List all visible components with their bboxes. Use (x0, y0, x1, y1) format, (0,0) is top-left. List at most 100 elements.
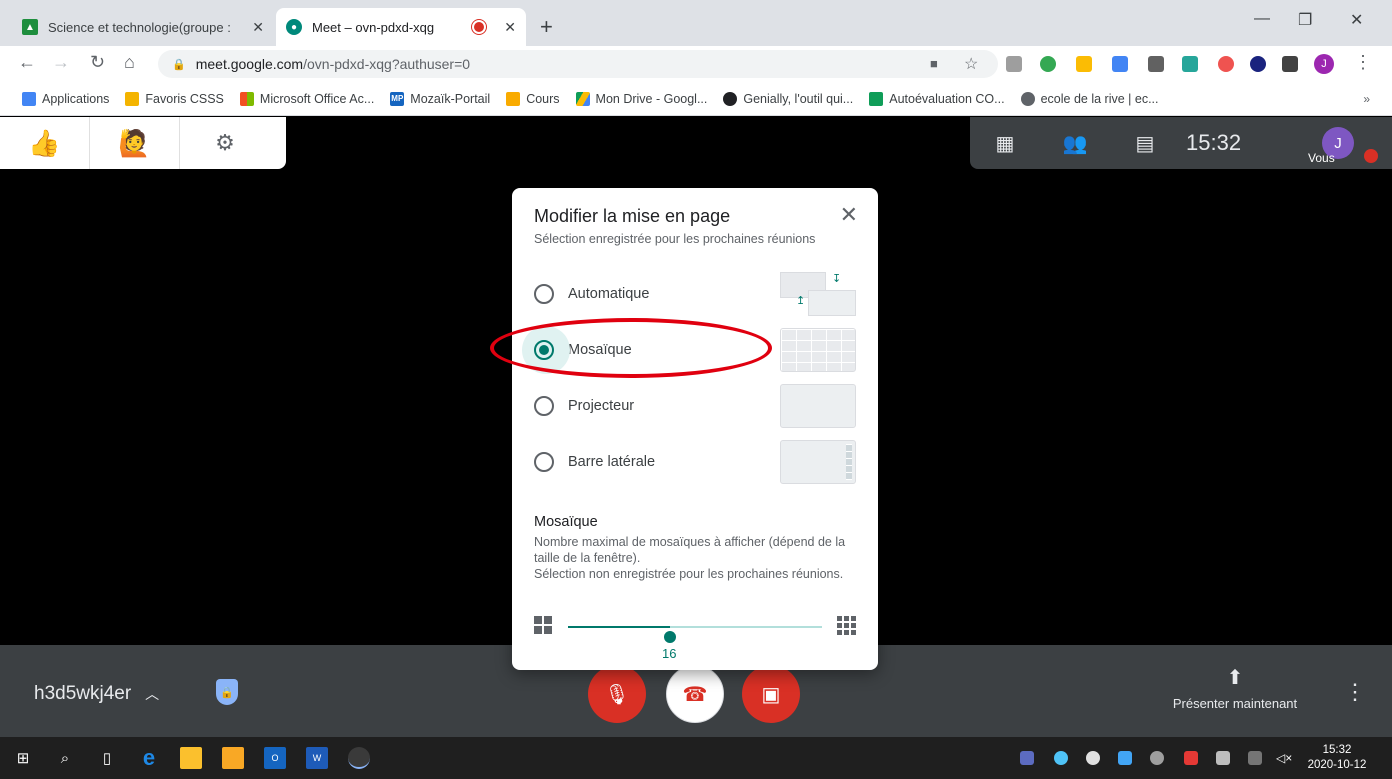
radio-button[interactable] (534, 396, 554, 416)
bookmark-cours[interactable]: Cours (506, 91, 560, 106)
settings-gear-icon[interactable]: ⚙ (180, 117, 270, 169)
few-tiles-icon (534, 616, 552, 634)
word-icon[interactable]: W (306, 747, 328, 769)
bookmark-label: Mon Drive - Googl... (595, 91, 708, 106)
red-annotation-ellipse (490, 318, 772, 378)
tray-app-icon[interactable] (1184, 751, 1198, 765)
extension-icon[interactable] (1250, 56, 1266, 72)
windows-start-icon[interactable]: ⊞ (12, 747, 34, 769)
reaction-bar: 👍 🙋 ⚙ (0, 117, 286, 169)
slider-thumb[interactable] (664, 631, 676, 643)
minimize-icon[interactable]: — (1254, 10, 1270, 28)
bookmark-favoris-csss[interactable]: Favoris CSSS (125, 91, 224, 106)
browser-tab-meet[interactable]: ● Meet – ovn-pdxd-xqg ✕ (276, 8, 526, 46)
close-tab-icon[interactable]: ✕ (252, 19, 264, 36)
chrome-icon[interactable] (348, 747, 370, 769)
bookmark-autoevaluation[interactable]: Autoévaluation CO... (869, 91, 1005, 106)
restore-icon[interactable]: ❐ (1298, 10, 1312, 30)
layout-grid-icon[interactable]: ▦ (970, 131, 1040, 156)
extension-icon[interactable] (1076, 56, 1092, 72)
camera-off-button[interactable]: ▣ (742, 665, 800, 723)
self-label: Vous (1308, 151, 1335, 165)
close-icon[interactable]: ✕ (840, 202, 858, 228)
extension-icon[interactable] (1006, 56, 1022, 72)
slider-track[interactable]: 16 (568, 626, 822, 661)
slider-fill (568, 626, 670, 628)
bookmark-mon-drive[interactable]: Mon Drive - Googl... (575, 91, 708, 106)
new-tab-button[interactable]: + (540, 14, 553, 40)
present-label: Présenter maintenant (1172, 696, 1298, 711)
google-drive-icon (575, 91, 590, 106)
option-label: Projecteur (568, 398, 635, 414)
bookmark-ecole-de-la-rive[interactable]: ecole de la rive | ec... (1020, 91, 1158, 106)
teams-icon[interactable] (1020, 751, 1034, 765)
meeting-code: h3d5wkj4er (34, 683, 132, 704)
tiles-description-line: Nombre maximal de mosaïques à afficher (… (534, 535, 846, 565)
sheets-icon (869, 91, 884, 106)
raise-hand-icon[interactable]: 🙋 (90, 117, 180, 169)
forward-icon[interactable]: → (52, 52, 70, 73)
slider-value: 16 (662, 646, 677, 661)
bookmarks-overflow-button[interactable]: » (1363, 92, 1370, 106)
chat-icon[interactable]: ▤ (1110, 131, 1180, 156)
bookmark-label: Cours (526, 91, 560, 106)
tab-title: Meet – ovn-pdxd-xqg (312, 19, 435, 35)
radio-button[interactable] (534, 452, 554, 472)
puzzle-icon[interactable] (1282, 56, 1298, 72)
tiled-layout-preview (780, 328, 856, 372)
extension-icon[interactable] (1148, 56, 1164, 72)
usb-icon[interactable] (1216, 751, 1230, 765)
tiles-slider[interactable]: 16 (534, 616, 856, 661)
task-view-icon[interactable]: ▯ (96, 747, 118, 769)
layout-option-sidebar[interactable]: Barre latérale (534, 440, 856, 484)
window-close-icon[interactable]: ✕ (1350, 10, 1363, 30)
url-host: meet.google.com (195, 56, 304, 72)
browser-tab-strip: ▲ Science et technologie(groupe : ✕ ● Me… (0, 0, 1392, 46)
extension-icon[interactable] (1112, 56, 1128, 72)
more-options-icon[interactable]: ⋮ (1344, 679, 1366, 705)
camera-icon[interactable]: ■ (930, 56, 938, 71)
bookmark-star-icon[interactable]: ☆ (964, 54, 978, 74)
search-icon[interactable]: ⌕ (54, 747, 76, 769)
system-clock[interactable]: 15:32 2020-10-12 (1302, 743, 1372, 773)
tray-app-icon[interactable] (1150, 751, 1164, 765)
sticky-notes-icon[interactable] (180, 747, 202, 769)
google-meet-icon: ● (286, 19, 302, 35)
hang-up-button[interactable]: ☎ (666, 665, 724, 723)
reload-icon[interactable]: ↻ (90, 52, 105, 73)
extension-icon[interactable] (1182, 56, 1198, 72)
layout-option-spotlight[interactable]: Projecteur (534, 384, 856, 428)
edge-icon[interactable]: e (138, 745, 160, 770)
radio-button[interactable] (534, 284, 554, 304)
outlook-icon[interactable]: O (264, 747, 286, 769)
people-icon[interactable]: 👥 (1040, 131, 1110, 156)
microphone-off-button[interactable]: 🎙 (588, 665, 646, 723)
tray-app-icon[interactable] (1086, 751, 1100, 765)
close-tab-icon[interactable]: ✕ (504, 19, 516, 36)
present-now-button[interactable]: ⬆ Présenter maintenant (1160, 665, 1310, 711)
bookmark-genially[interactable]: Genially, l'outil qui... (723, 91, 853, 106)
browser-tab-classroom[interactable]: ▲ Science et technologie(groupe : ✕ (12, 8, 274, 46)
bookmark-microsoft-office[interactable]: Microsoft Office Ac... (239, 91, 374, 106)
home-icon[interactable]: ⌂ (124, 52, 135, 73)
dialog-title: Modifier la mise en page (534, 206, 731, 226)
extension-icon[interactable] (1040, 56, 1056, 72)
onedrive-icon[interactable] (1054, 751, 1068, 765)
browser-menu-icon[interactable]: ⋮ (1354, 52, 1372, 73)
tray-app-icon[interactable] (1118, 751, 1132, 765)
layout-option-auto[interactable]: Automatique ↧ ↥ (534, 272, 856, 316)
tab-title: Science et technologie(groupe : (48, 19, 231, 35)
volume-icon[interactable]: ◁× (1276, 751, 1292, 765)
address-bar[interactable]: 🔒 meet.google.com/ovn-pdxd-xqg?authuser=… (158, 50, 998, 78)
meeting-details-toggle[interactable]: h3d5wkj4er ︿ (34, 683, 159, 705)
bookmark-mozaik[interactable]: MP Mozaïk-Portail (390, 91, 490, 106)
back-icon[interactable]: ← (18, 52, 36, 73)
bookmark-applications[interactable]: Applications (22, 91, 109, 106)
profile-avatar[interactable]: J (1314, 54, 1334, 74)
thumbs-up-icon[interactable]: 👍 (0, 117, 90, 169)
extension-icon[interactable] (1218, 56, 1234, 72)
option-label: Barre latérale (568, 454, 656, 470)
battery-icon[interactable] (1248, 751, 1262, 765)
host-controls-shield-icon[interactable]: 🔒 (216, 679, 238, 705)
file-explorer-icon[interactable] (222, 747, 244, 769)
